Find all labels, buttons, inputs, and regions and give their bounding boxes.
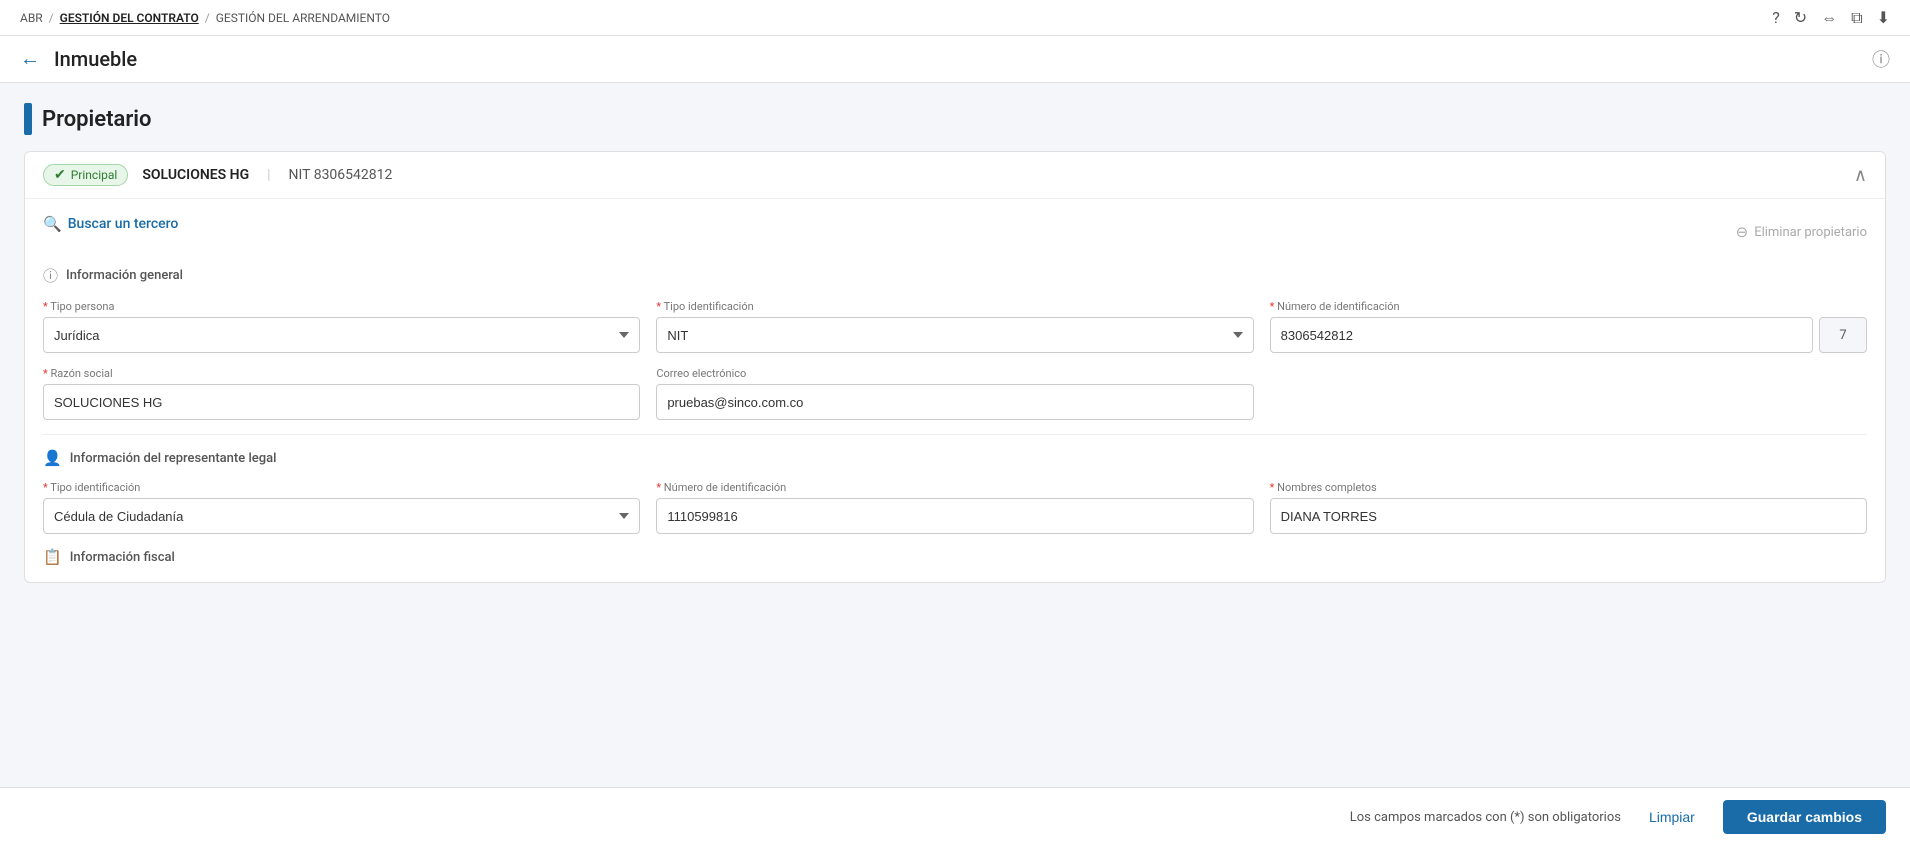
search-tercero-label: Buscar un tercero <box>68 216 179 232</box>
refresh-icon[interactable]: ↻ <box>1794 8 1807 27</box>
rep-tipo-id-label: Tipo identificación <box>43 481 640 494</box>
save-button[interactable]: Guardar cambios <box>1723 800 1886 834</box>
footer-bar: Los campos marcados con (*) son obligato… <box>0 787 1910 846</box>
content-area: Propietario ✔ Principal SOLUCIONES HG | … <box>0 83 1910 619</box>
page-title: Inmueble <box>54 47 137 71</box>
rep-nombres-input[interactable] <box>1270 498 1867 534</box>
rep-tipo-id-select[interactable]: Cédula de Ciudadanía Pasaporte CE <box>43 498 640 534</box>
numero-id-label: Número de identificación <box>1270 300 1867 313</box>
back-button[interactable]: ← <box>20 48 40 71</box>
top-icons: ? ↻ ⇔ ⧉ ⬇ <box>1772 8 1890 28</box>
rep-numero-id-input[interactable] <box>656 498 1253 534</box>
info-general-icon: ⓘ <box>43 265 58 286</box>
breadcrumb-gestion-arrendamiento: GESTIÓN DEL ARRENDAMIENTO <box>216 11 390 25</box>
form-row-1: Tipo persona Natural Jurídica Tipo ident… <box>43 300 1867 353</box>
card-header: ✔ Principal SOLUCIONES HG | NIT 83065428… <box>25 152 1885 199</box>
download-icon[interactable]: ⬇ <box>1877 8 1890 27</box>
breadcrumb-gestion-contrato[interactable]: GESTIÓN DEL CONTRATO <box>60 11 199 25</box>
breadcrumb-sep-1: / <box>49 11 54 25</box>
tipo-persona-select[interactable]: Natural Jurídica <box>43 317 640 353</box>
breadcrumb-sep-2: / <box>205 11 210 25</box>
numero-identificacion-group: Número de identificación 7 <box>1270 300 1867 353</box>
tipo-persona-group: Tipo persona Natural Jurídica <box>43 300 640 353</box>
rep-numero-id-group: Número de identificación <box>656 481 1253 534</box>
principal-badge-label: Principal <box>71 168 118 182</box>
tipo-identificacion-group: Tipo identificación NIT CC CE Pasaporte <box>656 300 1253 353</box>
razon-social-group: Razón social <box>43 367 640 420</box>
rep-tipo-id-group: Tipo identificación Cédula de Ciudadanía… <box>43 481 640 534</box>
section-title: Propietario <box>42 107 151 132</box>
breadcrumb-abr[interactable]: ABR <box>20 11 43 25</box>
collapse-button[interactable]: ∧ <box>1854 165 1867 186</box>
section-accent <box>24 103 32 135</box>
search-icon: 🔍 <box>43 215 62 233</box>
company-name: SOLUCIONES HG <box>142 167 249 183</box>
divider: | <box>267 167 270 183</box>
info-fiscal-label: 📋 Información fiscal <box>43 548 1867 566</box>
propietario-card: ✔ Principal SOLUCIONES HG | NIT 83065428… <box>24 151 1886 583</box>
delete-propietario-label: Eliminar propietario <box>1754 225 1867 240</box>
minus-circle-icon: ⊖ <box>1736 223 1749 241</box>
fiscal-icon: 📋 <box>43 548 62 566</box>
info-representante-label: 👤 Información del representante legal <box>43 449 1867 467</box>
top-bar: ABR / GESTIÓN DEL CONTRATO / GESTIÓN DEL… <box>0 0 1910 36</box>
rep-numero-id-label: Número de identificación <box>656 481 1253 494</box>
clear-button[interactable]: Limpiar <box>1637 803 1707 831</box>
razon-social-label: Razón social <box>43 367 640 380</box>
tipo-identificacion-select[interactable]: NIT CC CE Pasaporte <box>656 317 1253 353</box>
card-body: 🔍 Buscar un tercero ⊖ Eliminar propietar… <box>25 199 1885 582</box>
section-divider <box>43 434 1867 435</box>
correo-input[interactable] <box>656 384 1253 420</box>
info-icon[interactable]: ⓘ <box>1872 46 1890 72</box>
form-row-3: Tipo identificación Cédula de Ciudadanía… <box>43 481 1867 534</box>
help-icon[interactable]: ? <box>1772 8 1780 27</box>
correo-label: Correo electrónico <box>656 367 1253 380</box>
form-row-2: Razón social Correo electrónico <box>43 367 1867 420</box>
card-header-left: ✔ Principal SOLUCIONES HG | NIT 83065428… <box>43 164 392 186</box>
tipo-identificacion-label: Tipo identificación <box>656 300 1253 313</box>
principal-badge: ✔ Principal <box>43 164 128 186</box>
breadcrumb: ABR / GESTIÓN DEL CONTRATO / GESTIÓN DEL… <box>20 11 390 25</box>
check-circle-icon: ✔ <box>54 167 66 183</box>
page-header: ← Inmueble ⓘ <box>0 36 1910 83</box>
info-general-label: ⓘ Información general <box>43 265 1867 286</box>
digito-verificacion: 7 <box>1819 317 1867 353</box>
move-icon[interactable]: ⇔ <box>1821 8 1837 28</box>
numero-id-input[interactable] <box>1270 317 1813 353</box>
razon-social-input[interactable] <box>43 384 640 420</box>
info-representante-text: Información del representante legal <box>70 451 277 466</box>
correo-group: Correo electrónico <box>656 367 1253 420</box>
delete-propietario-link[interactable]: ⊖ Eliminar propietario <box>1736 223 1867 241</box>
info-fiscal-text: Información fiscal <box>70 550 175 565</box>
tipo-persona-label: Tipo persona <box>43 300 640 313</box>
info-general-text: Información general <box>66 268 183 283</box>
page-header-left: ← Inmueble <box>20 47 137 71</box>
footer-note: Los campos marcados con (*) son obligato… <box>1350 810 1621 825</box>
search-tercero-link[interactable]: 🔍 Buscar un tercero <box>43 215 178 233</box>
copy-icon[interactable]: ⧉ <box>1851 8 1862 28</box>
rep-nombres-label: Nombres completos <box>1270 481 1867 494</box>
rep-nombres-group: Nombres completos <box>1270 481 1867 534</box>
section-header: Propietario <box>24 103 1886 135</box>
representante-icon: 👤 <box>43 449 62 467</box>
nit-label: NIT 8306542812 <box>289 167 393 183</box>
